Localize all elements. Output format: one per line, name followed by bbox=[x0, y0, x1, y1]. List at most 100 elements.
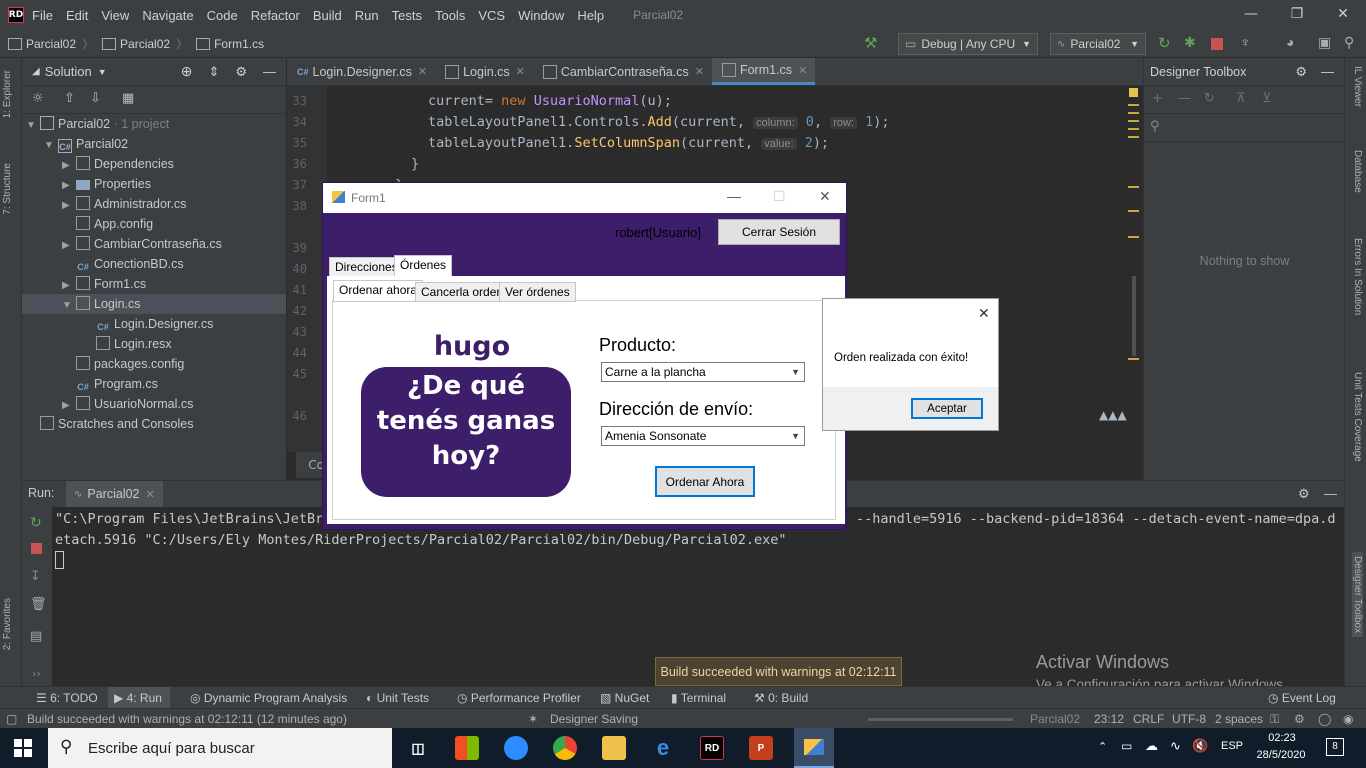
menu-file[interactable]: File bbox=[32, 8, 53, 23]
logout-button[interactable]: Cerrar Sesión bbox=[718, 219, 840, 245]
minimize-icon[interactable]: — bbox=[727, 188, 741, 204]
tree-project[interactable]: ▼ C# Parcial02 bbox=[44, 134, 128, 154]
close-icon[interactable]: ✕ bbox=[695, 65, 704, 78]
wifi-icon[interactable]: ∿ bbox=[1170, 738, 1181, 754]
sort-up-icon[interactable]: ⊼ bbox=[1236, 91, 1246, 106]
encoding[interactable]: UTF-8 bbox=[1172, 712, 1206, 726]
powerpoint-icon[interactable]: P bbox=[749, 736, 773, 760]
status-toggle-icon[interactable]: ▢ bbox=[6, 712, 17, 726]
search-icon[interactable]: ⚲ bbox=[1344, 34, 1354, 51]
menu-view[interactable]: View bbox=[101, 8, 129, 23]
gear-icon[interactable]: ⚙ bbox=[1298, 486, 1310, 502]
run-tab-parcial02[interactable]: ∿ Parcial02 ✕ bbox=[66, 481, 163, 507]
close-icon[interactable]: ✕ bbox=[418, 65, 427, 78]
coverage-icon[interactable]: ◕ bbox=[1286, 34, 1294, 50]
scroll-end-icon[interactable]: ↧ bbox=[30, 569, 41, 584]
rerun-icon[interactable]: ↻ bbox=[30, 515, 42, 531]
tab-login-designer[interactable]: C# Login.Designer.cs ✕ bbox=[287, 58, 435, 85]
layout-icon[interactable]: ▣ bbox=[1318, 34, 1331, 51]
inspection-icon[interactable]: ▲▲▲ bbox=[1099, 408, 1127, 422]
restore-icon[interactable]: ❐ bbox=[1274, 0, 1320, 30]
designer-tab-stub[interactable]: Co bbox=[296, 452, 324, 478]
tab-cancelar-orden[interactable]: Cancerla orden bbox=[415, 282, 510, 302]
favorites-tool-tab[interactable]: 2: Favorites bbox=[2, 598, 13, 650]
collapse-icon[interactable]: ⇕ bbox=[208, 64, 219, 80]
language-indicator[interactable]: ESP bbox=[1221, 740, 1243, 752]
tab-ordenes[interactable]: Órdenes bbox=[394, 255, 453, 277]
hide-icon[interactable]: — bbox=[1324, 486, 1337, 501]
more-icon[interactable]: ›› bbox=[32, 667, 41, 680]
stop-icon[interactable] bbox=[31, 543, 42, 554]
background-task[interactable]: Designer Saving bbox=[550, 712, 638, 726]
breadcrumb-solution[interactable]: Parcial02 〉 bbox=[8, 35, 94, 52]
hide-icon[interactable]: — bbox=[1321, 64, 1334, 79]
scrollbar-thumb[interactable] bbox=[1132, 276, 1136, 356]
terminal-tool-button[interactable]: ▮ Terminal bbox=[671, 691, 726, 705]
errors-tool-tab[interactable]: Errors In Solution bbox=[1352, 238, 1363, 315]
chevron-down-icon[interactable]: ▼ bbox=[98, 67, 107, 77]
menu-edit[interactable]: Edit bbox=[66, 8, 88, 23]
unit-tests-tool-button[interactable]: ◐ Unit Tests bbox=[366, 691, 429, 705]
profiler-tool-button[interactable]: ◷ Performance Profiler bbox=[457, 691, 581, 705]
dpa-tool-button[interactable]: ◎ Dynamic Program Analysis bbox=[190, 691, 347, 705]
status-project[interactable]: Parcial02 bbox=[1030, 712, 1080, 726]
designer-toolbox-tool-tab[interactable]: Designer Toolbox bbox=[1352, 552, 1363, 638]
gear-icon[interactable]: ⚙ bbox=[235, 64, 247, 80]
search-icon[interactable]: ⚲ bbox=[1150, 119, 1160, 134]
inspection-icon[interactable]: ⚙ bbox=[1294, 712, 1305, 726]
volume-muted-icon[interactable]: 🔇 bbox=[1192, 738, 1208, 754]
profiler-icon[interactable]: ♆ bbox=[1240, 34, 1251, 50]
form-app-taskbar-icon[interactable] bbox=[794, 728, 834, 768]
build-notification[interactable]: Build succeeded with warnings at 02:12:1… bbox=[655, 657, 902, 686]
menu-navigate[interactable]: Navigate bbox=[142, 8, 193, 23]
remove-icon[interactable]: — bbox=[1178, 91, 1191, 106]
windows-start-icon[interactable] bbox=[14, 739, 32, 757]
clock-time[interactable]: 02:23 bbox=[1254, 732, 1310, 744]
tree-properties[interactable]: ▶ Properties bbox=[62, 174, 151, 194]
maximize-icon[interactable]: ☐ bbox=[773, 188, 786, 205]
tree-scratches[interactable]: Scratches and Consoles bbox=[40, 414, 194, 434]
stop-icon[interactable] bbox=[1211, 38, 1223, 50]
clock-date[interactable]: 28/5/2020 bbox=[1248, 749, 1314, 761]
close-icon[interactable]: ✕ bbox=[978, 305, 990, 322]
menu-refactor[interactable]: Refactor bbox=[251, 8, 300, 23]
product-select[interactable]: Carne a la plancha ▼ bbox=[601, 362, 805, 382]
rider-icon[interactable]: RD bbox=[700, 736, 724, 760]
console-cursor[interactable] bbox=[55, 551, 64, 569]
nuget-tool-button[interactable]: ▧ NuGet bbox=[600, 691, 649, 705]
file-explorer-icon[interactable] bbox=[602, 736, 626, 760]
tree-app-config[interactable]: App.config bbox=[76, 214, 153, 234]
run-config-select[interactable]: ▭ Debug | Any CPU ▼ bbox=[898, 33, 1038, 55]
memory-icon[interactable]: ◯ bbox=[1318, 712, 1331, 726]
tree-administrador[interactable]: ▶ Administrador.cs bbox=[62, 194, 186, 214]
tree-login[interactable]: ▼ Login.cs bbox=[22, 294, 286, 314]
tab-form1[interactable]: Form1.cs ✕ bbox=[711, 58, 816, 85]
menu-run[interactable]: Run bbox=[355, 8, 379, 23]
add-icon[interactable]: + bbox=[1152, 91, 1163, 106]
tree-form1[interactable]: ▶ Form1.cs bbox=[62, 274, 146, 294]
tab-ordenar-ahora[interactable]: Ordenar ahora bbox=[333, 280, 424, 302]
tree-usuario-normal[interactable]: ▶ UsuarioNormal.cs bbox=[62, 394, 193, 414]
gear-icon[interactable]: ⚙ bbox=[1295, 64, 1307, 80]
caret-position[interactable]: 23:12 bbox=[1094, 712, 1124, 726]
tree-program[interactable]: C# Program.cs bbox=[76, 374, 158, 394]
tree-cambiar-contrasena[interactable]: ▶ CambiarContraseña.cs bbox=[62, 234, 222, 254]
zoom-icon[interactable] bbox=[504, 736, 528, 760]
menu-window[interactable]: Window bbox=[518, 8, 564, 23]
close-icon[interactable]: ✕ bbox=[146, 488, 155, 501]
chevron-up-icon[interactable]: ⌃ bbox=[1098, 740, 1107, 753]
show-all-icon[interactable]: ☼ bbox=[32, 91, 44, 106]
edge-icon[interactable]: e bbox=[651, 735, 675, 760]
lock-icon[interactable]: ⚿ bbox=[1270, 712, 1279, 727]
tree-login-designer[interactable]: C# Login.Designer.cs bbox=[96, 314, 213, 334]
address-select[interactable]: Amenia Sonsonate ▼ bbox=[601, 426, 805, 446]
explorer-tool-tab[interactable]: 1: Explorer bbox=[2, 70, 13, 118]
menu-help[interactable]: Help bbox=[577, 8, 604, 23]
error-stripe[interactable] bbox=[1124, 86, 1143, 452]
structure-tool-tab[interactable]: 7: Structure bbox=[2, 163, 13, 215]
breadcrumb-file[interactable]: Form1.cs bbox=[196, 37, 264, 51]
menu-build[interactable]: Build bbox=[313, 8, 342, 23]
locate-icon[interactable]: ⊕ bbox=[181, 63, 193, 80]
refresh-icon[interactable]: ↻ bbox=[1204, 91, 1215, 106]
close-icon[interactable]: ✕ bbox=[819, 188, 831, 205]
